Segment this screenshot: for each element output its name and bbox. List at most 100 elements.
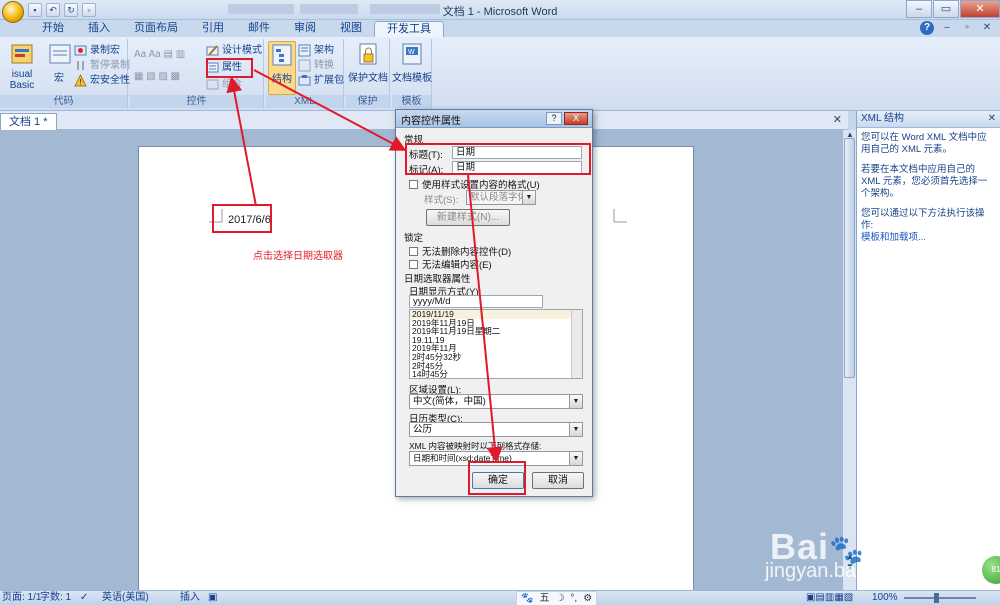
schema-icon xyxy=(298,44,311,57)
schema-label: 架构 xyxy=(314,45,334,56)
document-tab[interactable]: 文档 1 * xyxy=(0,113,57,130)
ribbon-close-icon[interactable]: ✕ xyxy=(980,21,994,35)
locale-select[interactable]: 中文(简体，中国) ▼ xyxy=(409,394,583,409)
design-mode-button[interactable]: 设计模式 xyxy=(206,43,262,58)
annotation-box-date xyxy=(212,204,272,233)
expansion-pack-button[interactable]: 扩展包 xyxy=(298,73,344,88)
xml-pane-text-3: 您可以通过以下方法执行该操作: xyxy=(861,208,985,231)
calendar-type-select[interactable]: 公历 ▼ xyxy=(409,422,583,437)
schema-button[interactable]: 架构 xyxy=(298,43,334,58)
office-button[interactable] xyxy=(2,1,24,23)
dialog-close-button[interactable]: X xyxy=(564,112,588,125)
list-scrollbar[interactable] xyxy=(571,310,582,378)
xml-pane-body: 您可以在 Word XML 文档中应用自己的 XML 元素。 若要在本文档中应用… xyxy=(857,128,1000,244)
use-style-checkbox[interactable]: 使用样式设置内容的格式(U) xyxy=(409,177,540,191)
proofing-icon[interactable]: ✓ xyxy=(80,591,88,605)
ime-wubi[interactable]: 五 xyxy=(539,592,549,605)
tab-developer[interactable]: 开发工具 xyxy=(374,21,444,37)
checkbox-box[interactable] xyxy=(409,247,418,256)
ime-toolbar: 🐾 五 ☽ °, ⚙ xyxy=(516,591,598,605)
transform-button[interactable]: 转换 xyxy=(298,58,334,73)
protect-document-button[interactable]: 保护文档 xyxy=(346,41,390,84)
gear-icon[interactable]: ⚙ xyxy=(583,592,592,605)
record-macro-icon xyxy=(74,44,87,57)
new-style-button[interactable]: 新建样式(N)... xyxy=(426,209,510,226)
xml-pane-text-1: 您可以在 Word XML 文档中应用自己的 XML 元素。 xyxy=(861,132,987,155)
list-item[interactable]: 14时45分 xyxy=(410,370,582,378)
style-select[interactable]: 默认段落字体 ▼ xyxy=(466,190,536,205)
macro-icon xyxy=(48,41,72,67)
maximize-button[interactable]: ▭ xyxy=(933,0,959,18)
record-macro-button[interactable]: 录制宏 xyxy=(74,43,120,58)
group-code: isual Basic 宏 录制宏 暂停录制 ! 宏安全性 代码 xyxy=(0,39,130,109)
macro-button[interactable]: 宏 xyxy=(48,41,72,84)
control-gallery-row2[interactable]: ▦ ▧ ▨ ▩ xyxy=(134,69,180,84)
group-label-controls: 控件 xyxy=(130,95,263,108)
lock-edit-checkbox[interactable]: 无法编辑内容(E) xyxy=(409,257,492,271)
group-icon xyxy=(206,78,219,91)
annotation-box-title-tag xyxy=(405,143,591,175)
date-format-list[interactable]: 2019/11/19 2019年11月19日 2019年11月19日星期二 19… xyxy=(409,309,583,379)
annotation-hint-text: 点击选择日期选取器 xyxy=(253,251,343,262)
lock-edit-label: 无法编辑内容(E) xyxy=(422,260,492,271)
tab-insert[interactable]: 插入 xyxy=(76,21,122,37)
xml-pane-close-icon[interactable]: ✕ xyxy=(988,111,996,127)
ribbon-restore-icon[interactable]: ▫ xyxy=(960,21,974,35)
zoom-slider-thumb[interactable] xyxy=(934,593,939,603)
document-close-icon[interactable]: ✕ xyxy=(833,113,842,126)
moon-icon[interactable]: ☽ xyxy=(555,592,564,605)
window-controls: – ▭ ✕ xyxy=(905,0,1000,18)
tab-page-layout[interactable]: 页面布局 xyxy=(122,21,190,37)
group-xml: 结构 架构 转换 扩展包 XML xyxy=(266,39,344,109)
annotation-box-ok xyxy=(468,461,526,495)
checkbox-box[interactable] xyxy=(409,260,418,269)
chevron-down-icon: ▼ xyxy=(569,423,582,436)
ribbon: isual Basic 宏 录制宏 暂停录制 ! 宏安全性 代码 Aa Aa ▤… xyxy=(0,37,1000,111)
macro-record-icon[interactable]: ▣ xyxy=(208,591,217,605)
macro-security-button[interactable]: ! 宏安全性 xyxy=(74,73,130,88)
ribbon-tab-row: 开始 插入 页面布局 引用 邮件 审阅 视图 开发工具 ? – ▫ ✕ xyxy=(0,20,1000,37)
tab-home[interactable]: 开始 xyxy=(30,21,76,37)
pause-record-button[interactable]: 暂停录制 xyxy=(74,58,130,73)
templates-addins-link[interactable]: 模板和加载项... xyxy=(861,232,996,244)
cancel-button[interactable]: 取消 xyxy=(532,472,584,489)
tab-review[interactable]: 审阅 xyxy=(282,21,328,37)
close-button[interactable]: ✕ xyxy=(960,0,1000,18)
macro-security-label: 宏安全性 xyxy=(90,75,130,86)
lock-delete-checkbox[interactable]: 无法删除内容控件(D) xyxy=(409,244,511,258)
document-template-label: 文档模板 xyxy=(392,73,432,84)
dialog-help-button[interactable]: ? xyxy=(546,112,562,125)
zoom-slider-track[interactable] xyxy=(904,597,976,599)
dialog-title-bar: 内容控件属性 ? X xyxy=(396,110,592,128)
document-template-button[interactable]: W 文档模板 xyxy=(392,41,432,84)
structure-button[interactable]: 结构 xyxy=(268,41,296,95)
status-language[interactable]: 英语(美国) xyxy=(102,591,149,605)
paw-icon[interactable]: 🐾 xyxy=(521,592,533,605)
group-button[interactable]: 组合 xyxy=(206,77,242,92)
status-page[interactable]: 页面: 1/1 xyxy=(2,591,41,605)
tab-view[interactable]: 视图 xyxy=(328,21,374,37)
control-gallery-row1[interactable]: Aa Aa ▤ ▥ xyxy=(134,47,185,62)
watermark-url: jingyan.baidu.com xyxy=(765,560,927,582)
status-insert-mode[interactable]: 插入 xyxy=(180,591,200,605)
checkbox-box[interactable] xyxy=(409,180,418,189)
visual-basic-button[interactable]: isual Basic xyxy=(0,41,44,91)
ribbon-minimize-icon[interactable]: – xyxy=(940,21,954,35)
tab-mailings[interactable]: 邮件 xyxy=(236,21,282,37)
style-select-value: 默认段落字体 xyxy=(470,192,528,203)
status-word-count[interactable]: 字数: 1 xyxy=(40,591,71,605)
dialog-title: 内容控件属性 xyxy=(401,116,461,127)
scrollbar-thumb[interactable] xyxy=(844,138,855,378)
minimize-button[interactable]: – xyxy=(906,0,932,18)
chevron-down-icon: ▼ xyxy=(569,452,582,465)
punctuation-icon[interactable]: °, xyxy=(570,592,577,605)
help-icon[interactable]: ? xyxy=(920,21,934,35)
locale-select-value: 中文(简体，中国) xyxy=(413,396,486,407)
view-buttons[interactable]: ▣▤▥▦▧ xyxy=(806,591,853,605)
date-format-input[interactable]: yyyy/M/d xyxy=(409,295,543,308)
group-template: W 文档模板 模板 xyxy=(392,39,432,109)
group-label-protect: 保护 xyxy=(346,95,389,108)
tab-references[interactable]: 引用 xyxy=(190,21,236,37)
document-template-icon: W xyxy=(400,41,424,67)
zoom-level[interactable]: 100% xyxy=(872,591,898,605)
